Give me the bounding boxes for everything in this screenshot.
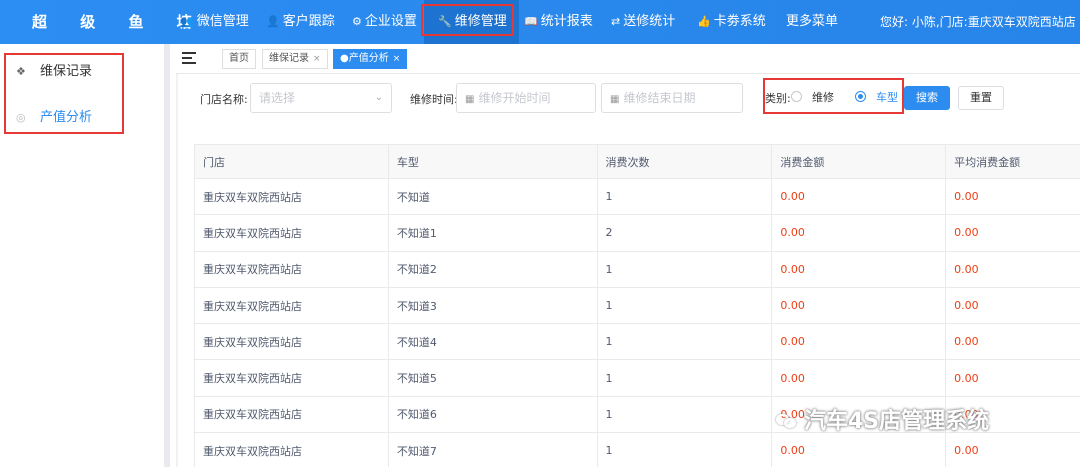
store-label: 门店名称: xyxy=(200,93,248,106)
cell-car-model: 不知道4 xyxy=(387,323,598,361)
cell-car-model: 不知道2 xyxy=(387,250,598,288)
cell-car-model: 不知道 xyxy=(387,177,598,216)
nav-highlight-box xyxy=(421,4,514,36)
cell-store: 重庆双车双院西站店 xyxy=(194,177,389,216)
cell-store: 重庆双车双院西站店 xyxy=(194,250,389,288)
nav-item-send-repair[interactable]: ⇄ 送修统计 xyxy=(611,0,675,44)
radio-repair-label: 维修 xyxy=(812,91,834,104)
nav-item-coupons[interactable]: 👍 卡劵系统 xyxy=(697,0,766,44)
cell-amount: 0.00 xyxy=(771,286,947,325)
table-row: 重庆双车双院西站店 不知道 1 0.00 0.00 xyxy=(194,177,1080,216)
cell-car-model: 不知道6 xyxy=(387,395,598,434)
table-row: 重庆双车双院西站店 不知道7 1 0.00 0.00 xyxy=(194,432,1080,467)
close-icon[interactable]: × xyxy=(393,54,401,64)
cell-avg-amount: 0.00 xyxy=(945,177,1080,216)
nav-item-reports[interactable]: 📖 统计报表 xyxy=(524,0,593,44)
radio-car-model[interactable] xyxy=(855,91,866,102)
end-date-input[interactable]: ▦ 维修结束日期 xyxy=(601,83,743,113)
cell-amount: 0.00 xyxy=(771,214,947,252)
cell-amount: 0.00 xyxy=(771,432,947,467)
sidebar-item-output-analysis[interactable]: ◎ 产值分析 xyxy=(16,106,92,125)
tabs-bar: 首页 维保记录 × ●产值分析 × xyxy=(176,44,1080,74)
cell-count: 1 xyxy=(596,359,773,397)
cell-count: 1 xyxy=(596,286,773,325)
cell-amount: 0.00 xyxy=(771,359,947,397)
column-header-count[interactable]: 消费次数 xyxy=(596,144,773,179)
radio-car-model-label: 车型 xyxy=(876,91,898,104)
cubes-icon: ❖ xyxy=(16,65,26,78)
table-row: 重庆双车双院西站店 不知道5 1 0.00 0.00 xyxy=(194,359,1080,397)
users-icon: 👥 xyxy=(180,15,194,28)
cell-avg-amount: 0.00 xyxy=(945,250,1080,288)
nav-item-enterprise[interactable]: ⚙ 企业设置 xyxy=(352,0,417,44)
cell-avg-amount: 0.00 xyxy=(945,214,1080,252)
table-row: 重庆双车双院西站店 不知道1 2 0.00 0.00 xyxy=(194,214,1080,252)
chevron-down-icon: ⌄ xyxy=(374,92,383,103)
search-button[interactable]: 搜索 xyxy=(904,86,950,110)
cell-avg-amount: 0.00 xyxy=(945,286,1080,325)
column-header-store[interactable]: 门店 xyxy=(194,144,389,179)
book-icon: 📖 xyxy=(524,15,538,28)
cell-car-model: 不知道7 xyxy=(387,432,598,467)
repair-time-label: 维修时间: xyxy=(410,93,458,106)
calendar-icon: ▦ xyxy=(610,94,620,105)
type-label: 类别: xyxy=(765,92,791,105)
table-header-row: 门店 车型 消费次数 消费金额 平均消费金额 xyxy=(194,144,1080,179)
nav-item-customer[interactable]: 👤 客户跟踪 xyxy=(266,0,335,44)
cell-avg-amount: 0.00 xyxy=(945,323,1080,361)
cell-store: 重庆双车双院西站店 xyxy=(194,432,389,467)
tab-home[interactable]: 首页 xyxy=(222,49,256,69)
cell-amount: 0.00 xyxy=(771,250,947,288)
cell-count: 2 xyxy=(596,214,773,252)
radio-repair[interactable] xyxy=(791,91,802,102)
cell-amount: 0.00 xyxy=(771,323,947,361)
cell-count: 1 xyxy=(596,432,773,467)
top-nav-bar: 超 级 鱼 塘 👥 微信管理 👤 客户跟踪 ⚙ 企业设置 🔧 维修管理 📖 统计报表 ⇄ 送… xyxy=(0,0,1080,44)
cell-count: 1 xyxy=(596,250,773,288)
close-icon[interactable]: × xyxy=(313,54,321,64)
menu-collapse-icon[interactable] xyxy=(182,51,196,65)
column-header-amount[interactable]: 消费金额 xyxy=(771,144,947,179)
thumb-icon: 👍 xyxy=(697,15,711,28)
cell-count: 1 xyxy=(596,323,773,361)
cell-store: 重庆双车双院西站店 xyxy=(194,323,389,361)
nav-item-wechat[interactable]: 👥 微信管理 xyxy=(180,0,249,44)
start-date-input[interactable]: ▦ 维修开始时间 xyxy=(456,83,596,113)
table-row: 重庆双车双院西站店 不知道2 1 0.00 0.00 xyxy=(194,250,1080,288)
gear-icon: ⚙ xyxy=(352,15,362,28)
wechat-icon xyxy=(776,413,798,429)
cell-store: 重庆双车双院西站店 xyxy=(194,359,389,397)
cell-car-model: 不知道5 xyxy=(387,359,598,397)
cell-car-model: 不知道1 xyxy=(387,214,598,252)
column-header-avg-amount[interactable]: 平均消费金额 xyxy=(945,144,1080,179)
cell-avg-amount: 0.00 xyxy=(945,359,1080,397)
cell-car-model: 不知道3 xyxy=(387,286,598,325)
nav-item-more[interactable]: 更多菜单 xyxy=(786,0,838,44)
chart-icon: ◎ xyxy=(16,111,26,124)
cell-store: 重庆双车双院西站店 xyxy=(194,286,389,325)
user-greeting: 您好: 小陈,门店:重庆双车双院西站店 7 xyxy=(880,15,1080,29)
watermark: 汽车4S店管理系统 xyxy=(776,403,989,435)
user-icon: 👤 xyxy=(266,15,280,28)
store-select[interactable]: 请选择 ⌄ xyxy=(250,83,392,113)
cell-count: 1 xyxy=(596,177,773,216)
table-row: 重庆双车双院西站店 不知道3 1 0.00 0.00 xyxy=(194,286,1080,325)
cell-store: 重庆双车双院西站店 xyxy=(194,214,389,252)
sidebar: ❖ 维保记录 ◎ 产值分析 xyxy=(0,44,170,467)
sidebar-item-maintenance-records[interactable]: ❖ 维保记录 xyxy=(16,60,92,79)
tab-output-analysis[interactable]: ●产值分析 × xyxy=(333,49,408,69)
cell-store: 重庆双车双院西站店 xyxy=(194,395,389,434)
cell-amount: 0.00 xyxy=(771,177,947,216)
tab-maintenance-records[interactable]: 维保记录 × xyxy=(262,49,328,69)
table-row: 重庆双车双院西站店 不知道4 1 0.00 0.00 xyxy=(194,323,1080,361)
cell-count: 1 xyxy=(596,395,773,434)
transfer-icon: ⇄ xyxy=(611,15,621,28)
column-header-car-model[interactable]: 车型 xyxy=(387,144,598,179)
calendar-icon: ▦ xyxy=(465,94,475,105)
cell-avg-amount: 0.00 xyxy=(945,432,1080,467)
reset-button[interactable]: 重置 xyxy=(958,86,1004,110)
